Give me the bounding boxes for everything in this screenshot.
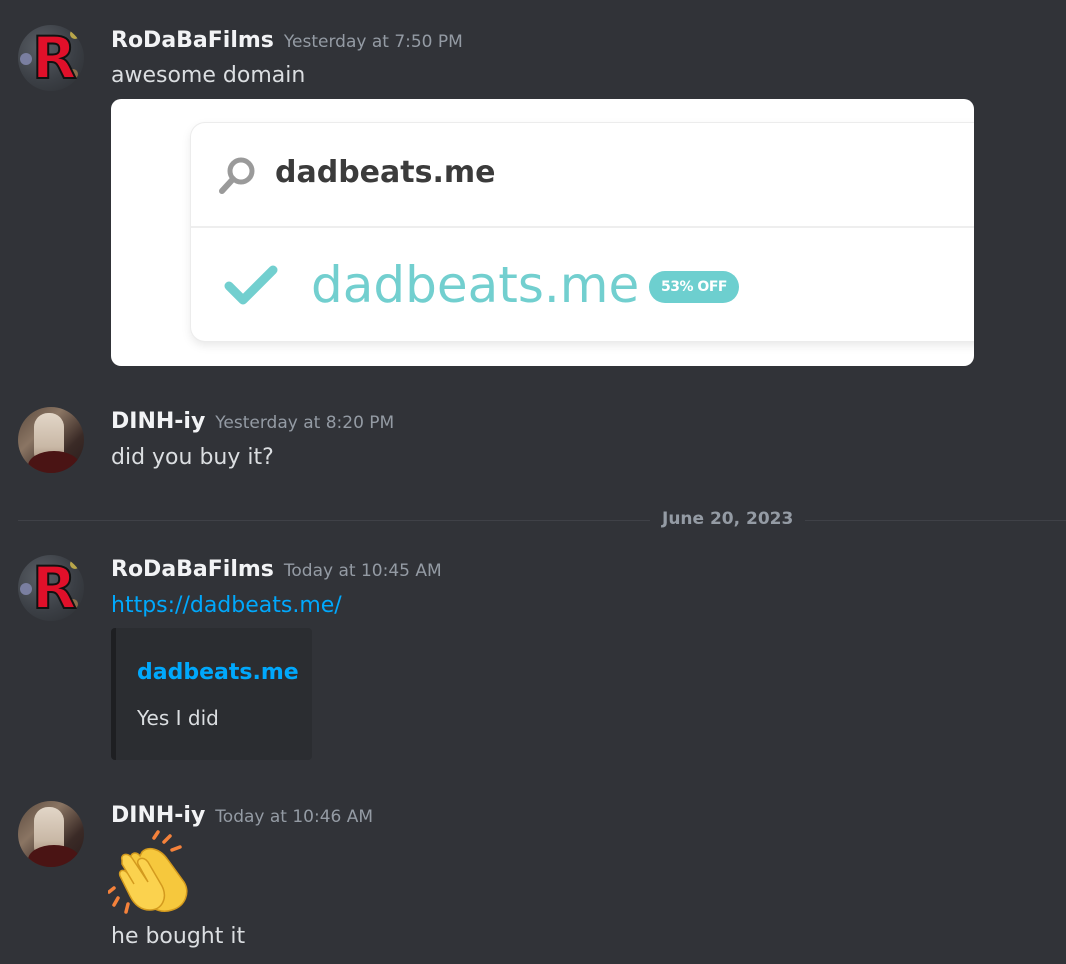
- message-text: awesome domain: [111, 63, 306, 88]
- r-logo-avatar-icon: R: [31, 555, 78, 621]
- clapping-hands-icon[interactable]: [108, 830, 194, 916]
- user-avatar[interactable]: R: [18, 555, 84, 621]
- chat-messages: R RoDaBaFilms Yesterday at 7:50 PM awesom…: [0, 0, 1066, 964]
- avatar-decoration: [20, 583, 32, 595]
- username[interactable]: DINH-iy: [111, 803, 205, 828]
- timestamp[interactable]: Yesterday at 8:20 PM: [215, 413, 394, 433]
- avatar-decoration: [20, 53, 32, 65]
- link-embed: dadbeats.me Yes I did: [111, 628, 312, 760]
- message-header: DINH-iy Yesterday at 8:20 PM: [111, 409, 394, 434]
- username[interactable]: RoDaBaFilms: [111, 28, 274, 53]
- username[interactable]: RoDaBaFilms: [111, 557, 274, 582]
- attached-image[interactable]: dadbeats.me dadbeats.me 53% OFF: [111, 99, 974, 366]
- user-avatar[interactable]: [18, 407, 84, 473]
- r-logo-avatar-icon: R: [31, 25, 78, 91]
- search-row: dadbeats.me: [191, 123, 974, 228]
- search-icon: [219, 157, 255, 194]
- embed-title[interactable]: dadbeats.me: [137, 660, 299, 685]
- message-text: he bought it: [111, 924, 246, 949]
- username[interactable]: DINH-iy: [111, 409, 205, 434]
- message-text: did you buy it?: [111, 445, 274, 470]
- domain-search-panel: dadbeats.me dadbeats.me 53% OFF: [191, 123, 974, 341]
- message-header: DINH-iy Today at 10:46 AM: [111, 803, 373, 828]
- message-header: RoDaBaFilms Yesterday at 7:50 PM: [111, 28, 463, 53]
- date-divider-line: [18, 520, 1066, 521]
- result-domain: dadbeats.me: [311, 256, 640, 314]
- search-result-row: dadbeats.me 53% OFF: [191, 228, 974, 341]
- date-divider-label: June 20, 2023: [650, 509, 806, 529]
- embed-description: Yes I did: [137, 706, 219, 730]
- message-link[interactable]: https://dadbeats.me/: [111, 593, 342, 618]
- discount-badge: 53% OFF: [649, 271, 739, 303]
- avatar-photo-body: [28, 451, 80, 473]
- timestamp[interactable]: Yesterday at 7:50 PM: [284, 32, 463, 52]
- search-query: dadbeats.me: [275, 155, 496, 190]
- checkmark-icon: [224, 265, 278, 305]
- avatar-photo-body: [28, 845, 80, 867]
- timestamp[interactable]: Today at 10:45 AM: [284, 561, 442, 581]
- user-avatar[interactable]: R: [18, 25, 84, 91]
- timestamp[interactable]: Today at 10:46 AM: [215, 807, 373, 827]
- message-header: RoDaBaFilms Today at 10:45 AM: [111, 557, 442, 582]
- user-avatar[interactable]: [18, 801, 84, 867]
